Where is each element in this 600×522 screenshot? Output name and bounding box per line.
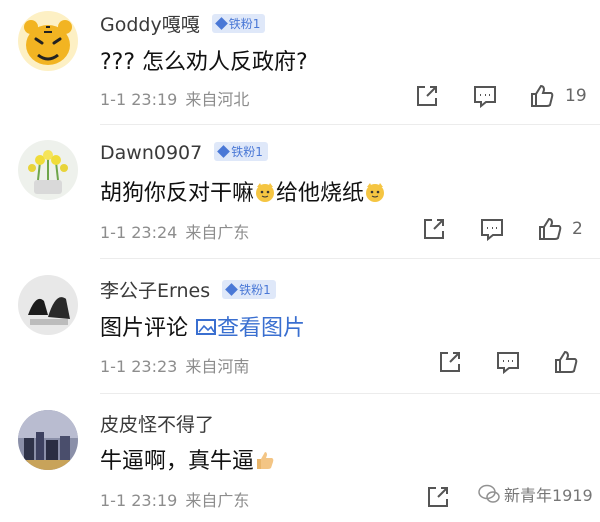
badge-label: 铁粉1 [228,17,261,31]
photo-avatar-image [18,275,78,335]
avatar[interactable] [18,410,78,470]
divider [100,124,600,125]
username[interactable]: Dawn0907 铁粉1 [100,142,268,164]
thumbs-up-icon[interactable] [552,348,580,376]
diamond-icon [217,145,231,158]
share-icon[interactable] [436,348,464,376]
username-text[interactable]: 李公子Ernes [100,280,210,302]
thumbs-up-emoji [257,452,274,469]
comment-icon[interactable] [494,348,522,376]
comment-meta: 1-1 23:19 来自广东 [100,487,249,511]
comment-text-part: 给他烧纸 [276,181,365,206]
comment-text-part: 图片评论 [100,316,189,341]
comment-icon[interactable] [471,82,499,110]
comment-text-part: 胡狗你反对干嘛 [100,181,255,206]
location: 来自河南 [185,357,250,376]
image-icon [196,319,217,335]
share-icon[interactable] [413,82,441,110]
thumbs-up-icon[interactable] [536,215,564,243]
badge-label: 铁粉1 [239,283,271,297]
like-count: 2 [572,219,583,239]
divider [100,393,600,394]
badge-label: 铁粉1 [231,145,263,159]
username-text[interactable]: 皮皮怪不得了 [100,414,214,436]
comment-text: 牛逼啊，真牛逼 [100,443,276,475]
tiger-avatar-image [18,11,78,71]
location: 来自广东 [185,491,250,510]
timestamp: 1-1 23:24 [100,223,178,242]
avatar[interactable] [18,11,78,71]
fan-badge: 铁粉1 [211,14,266,33]
username[interactable]: Goddy嘎嘎 铁粉1 [100,10,266,37]
view-image-label[interactable]: 查看图片 [217,316,305,341]
cat-face-emoji [256,183,275,202]
timestamp: 1-1 23:19 [100,491,178,510]
comment-text: ??? 怎么劝人反政府? [100,50,308,75]
comment-icon[interactable] [478,215,506,243]
cityscape-avatar-image [18,410,78,470]
comment-meta: 1-1 23:19 来自河北 [100,86,249,110]
cat-face-emoji [366,183,385,202]
comment-text: 胡狗你反对干嘛 给他烧纸 [100,175,386,207]
comment-text: 图片评论 查看图片 [100,310,305,342]
avatar[interactable] [18,140,78,200]
comment-text-part: 牛逼啊，真牛逼 [100,449,255,474]
timestamp: 1-1 23:23 [100,357,178,376]
username[interactable]: 皮皮怪不得了 [100,410,214,437]
location: 来自河北 [185,90,250,109]
like-count: 19 [565,86,587,106]
divider [100,258,600,259]
comment-meta: 1-1 23:23 来自河南 [100,353,249,377]
comment-meta: 1-1 23:24 来自广东 [100,219,249,243]
watermark: 新青年1919 [478,482,593,506]
diamond-icon [214,17,228,30]
flower-avatar-image [18,140,78,200]
wechat-icon [478,484,500,503]
diamond-icon [225,283,239,296]
thumbs-up-icon[interactable] [528,82,556,110]
view-image-link[interactable]: 查看图片 [195,316,305,341]
timestamp: 1-1 23:19 [100,90,178,109]
share-icon[interactable] [424,483,452,511]
fan-badge: 铁粉1 [222,280,276,299]
username-text[interactable]: Dawn0907 [100,142,202,164]
location: 来自广东 [185,223,250,242]
watermark-text: 新青年1919 [504,486,593,505]
username[interactable]: 李公子Ernes 铁粉1 [100,276,276,303]
share-icon[interactable] [420,215,448,243]
fan-badge: 铁粉1 [214,142,268,161]
avatar[interactable] [18,275,78,335]
username-text[interactable]: Goddy嘎嘎 [100,14,200,36]
